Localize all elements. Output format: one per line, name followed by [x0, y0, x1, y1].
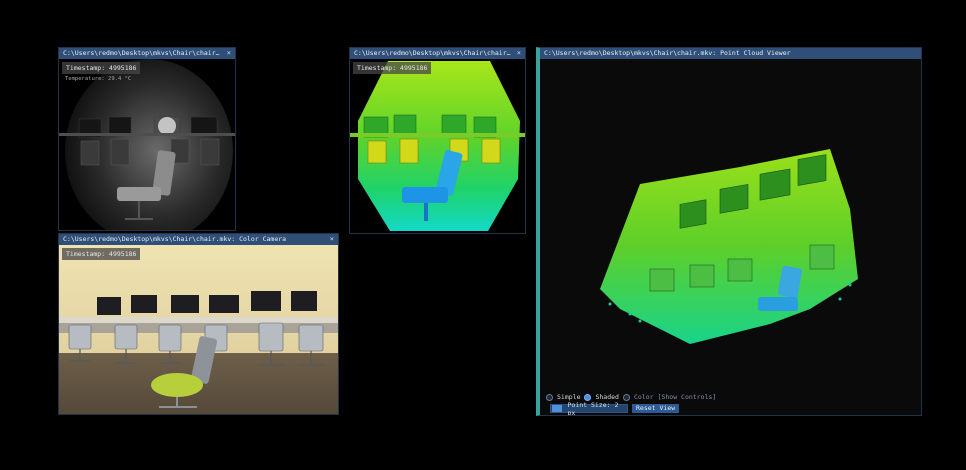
pointcloud-window-title: C:\Users\redmo\Desktop\mkvs\Chair\chair.… — [544, 49, 791, 57]
color-image — [59, 245, 338, 414]
pointcloud-window-titlebar[interactable]: C:\Users\redmo\Desktop\mkvs\Chair\chair.… — [540, 48, 921, 59]
color-viewport[interactable]: Timestamp: 4995186 — [59, 245, 338, 414]
infrared-camera-window[interactable]: C:\Users\redmo\Desktop\mkvs\Chair\chair.… — [58, 47, 236, 231]
infrared-window-titlebar[interactable]: C:\Users\redmo\Desktop\mkvs\Chair\chair.… — [59, 48, 235, 59]
infrared-window-title: C:\Users\redmo\Desktop\mkvs\Chair\chair.… — [63, 49, 223, 57]
depth-window-titlebar[interactable]: C:\Users\redmo\Desktop\mkvs\Chair\chair.… — [350, 48, 525, 59]
close-icon[interactable]: × — [513, 48, 521, 59]
mode-color-label[interactable]: Color — [634, 393, 654, 401]
reset-view-button[interactable]: Reset View — [632, 404, 680, 413]
radio-icon[interactable] — [622, 393, 630, 401]
depth-window-title: C:\Users\redmo\Desktop\mkvs\Chair\chair.… — [354, 49, 513, 57]
close-icon[interactable]: × — [326, 234, 334, 245]
pointcloud-viewport[interactable]: Simple Shaded Color [Show Controls] Poin… — [540, 59, 921, 415]
close-icon[interactable]: × — [223, 48, 231, 59]
point-size-slider[interactable]: Point Size: 2 px — [550, 400, 628, 416]
infrared-image — [59, 59, 235, 230]
depth-image — [350, 59, 525, 233]
pointcloud-bottom-controls: Point Size: 2 px Reset View — [550, 400, 680, 416]
show-controls-link[interactable]: [Show Controls] — [658, 393, 717, 401]
point-cloud-render — [540, 59, 921, 415]
infrared-timestamp: Timestamp: 4995186 — [62, 62, 141, 74]
radio-icon[interactable] — [584, 393, 592, 401]
color-camera-window[interactable]: C:\Users\redmo\Desktop\mkvs\Chair\chair.… — [58, 233, 339, 415]
color-window-titlebar[interactable]: C:\Users\redmo\Desktop\mkvs\Chair\chair.… — [59, 234, 338, 245]
radio-icon[interactable] — [546, 393, 553, 401]
depth-timestamp: Timestamp: 4995186 — [353, 62, 432, 74]
color-window-title: C:\Users\redmo\Desktop\mkvs\Chair\chair.… — [63, 235, 287, 243]
infrared-viewport[interactable]: Timestamp: 4995186 Temperature: 29.4 °C — [59, 59, 235, 230]
point-cloud-window[interactable]: C:\Users\redmo\Desktop\mkvs\Chair\chair.… — [536, 47, 922, 416]
point-size-label: Point Size: 2 px — [567, 400, 619, 416]
infrared-temperature: Temperature: 29.4 °C — [65, 76, 132, 82]
slider-knob[interactable] — [552, 405, 562, 412]
depth-camera-window[interactable]: C:\Users\redmo\Desktop\mkvs\Chair\chair.… — [349, 47, 526, 234]
color-timestamp: Timestamp: 4995186 — [62, 248, 141, 260]
depth-viewport[interactable]: Timestamp: 4995186 — [350, 59, 525, 233]
